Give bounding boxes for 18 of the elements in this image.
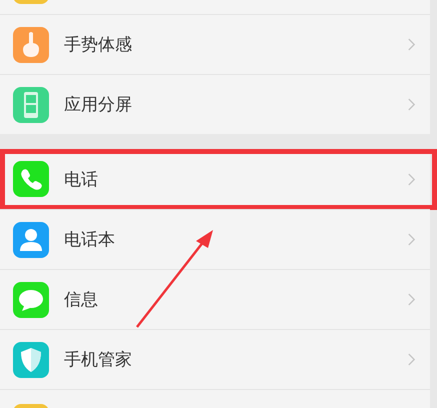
menu-item-label[interactable]: 手势体感 [64, 33, 407, 56]
shield-icon [13, 342, 49, 378]
menu-item-label[interactable]: 应用分屏 [64, 93, 407, 116]
phone-icon [13, 161, 49, 197]
person-icon [13, 222, 49, 258]
chevron-icon [407, 232, 416, 247]
chevron-icon [407, 292, 416, 307]
menu-item-label[interactable]: 手机管家 [64, 348, 407, 371]
hand-icon [13, 26, 49, 62]
chat-bubble-icon [13, 282, 49, 318]
menu-item-label[interactable]: 信息 [64, 288, 407, 311]
tablet-icon [13, 86, 49, 122]
menu-item-label[interactable]: 电话本 [64, 228, 407, 251]
chevron-icon [407, 97, 416, 112]
chevron-icon [407, 172, 416, 186]
menu-item-label[interactable]: 电话 [64, 168, 407, 190]
chevron-icon [407, 352, 416, 367]
chevron-icon [407, 37, 416, 52]
